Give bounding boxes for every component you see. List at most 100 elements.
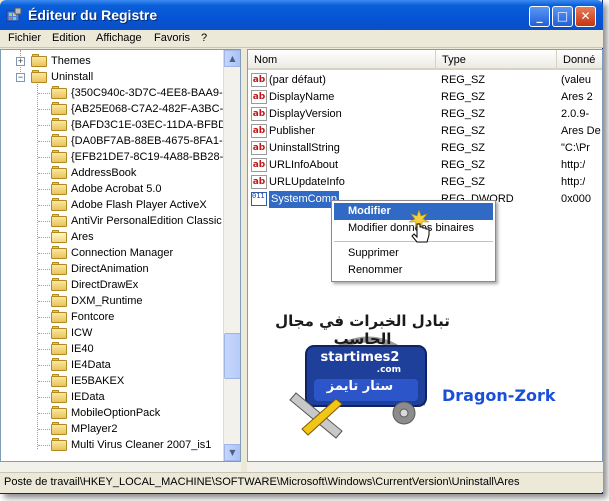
tree-item[interactable]: MobileOptionPack [1,405,223,421]
value-name: DisplayVersion [269,108,342,120]
tree-item[interactable]: ICW [1,325,223,341]
tree-item[interactable]: {AB25E068-C7A2-482F-A3BC-5 [1,101,229,117]
tree-item[interactable]: IE4Data [1,357,223,373]
folder-icon [51,422,67,435]
context-renommer[interactable]: Renommer [334,262,493,279]
tree-item-label: DirectDrawEx [71,279,139,291]
registry-tree[interactable]: + Themes − Uninstall {350C940c-3D7C-4EE8-BAA… [0,49,241,462]
value-type: REG_SZ [441,125,486,137]
value-row[interactable]: ab (par défaut) REG_SZ (valeu [248,72,602,89]
value-type: REG_SZ [441,74,486,86]
value-data: (valeu [561,74,591,86]
value-data: http:/ [561,176,586,188]
value-row[interactable]: ab URLUpdateInfo REG_SZ http:/ [248,174,602,191]
menu-favoris[interactable]: Favoris [154,32,190,44]
author-signature: Dragon-Zork [442,386,556,405]
scroll-up-arrow-icon[interactable]: ▲ [224,50,240,67]
status-path: Poste de travail\HKEY_LOCAL_MACHINE\SOFT… [4,476,520,488]
folder-icon [51,390,67,403]
watermark-site-domain: .com [376,365,401,375]
tree-item[interactable]: + Themes [1,53,223,69]
scrollbar-thumb[interactable] [224,333,240,379]
menu-help[interactable]: ? [201,32,207,44]
registry-app-icon [6,7,22,22]
tree-item[interactable]: DXM_Runtime [1,293,223,309]
tree-item[interactable]: {350C940c-3D7C-4EE8-BAA9-0 [1,85,229,101]
value-row[interactable]: ab Publisher REG_SZ Ares De [248,123,602,140]
tree-item-label: AntiVir PersonalEdition Classic [71,215,222,227]
status-bar: Poste de travail\HKEY_LOCAL_MACHINE\SOFT… [0,472,603,492]
close-button[interactable]: ✕ [575,6,596,27]
folder-icon [51,198,67,211]
menu-fichier[interactable]: Fichier [8,32,41,44]
tree-item[interactable]: {DA0BF7AB-88EB-4675-8FA1-5 [1,133,229,149]
column-header-name[interactable]: Nom [248,50,436,69]
window-title: Éditeur du Registre [28,7,158,23]
folder-icon [51,214,67,227]
context-supprimer[interactable]: Supprimer [334,245,493,262]
tree-item[interactable]: {BAFD3C1E-03EC-11DA-BFBD-0 [1,117,236,133]
column-header-type[interactable]: Type [436,50,557,69]
tree-item[interactable]: IE40 [1,341,223,357]
tree-item-label: Ares [71,231,94,243]
folder-icon [51,294,67,307]
tree-item[interactable]: Multi Virus Cleaner 2007_is1 [1,437,223,453]
value-type: REG_SZ [441,91,486,103]
value-row[interactable]: ab URLInfoAbout REG_SZ http:/ [248,157,602,174]
watermark-site: startimes2 .com ستار تايمز [305,350,415,394]
tree-item[interactable]: Connection Manager [1,245,223,261]
registry-editor-window: Éditeur du Registre _ □ ✕ Fichier Editio… [0,0,603,494]
menu-edition[interactable]: Edition [52,32,86,44]
string-value-icon: ab [251,158,267,172]
tree-item[interactable]: Adobe Flash Player ActiveX [1,197,223,213]
menu-affichage[interactable]: Affichage [96,32,142,44]
folder-icon [51,134,67,147]
folder-icon [51,278,67,291]
tree-horizontal-scrollbar[interactable] [0,462,241,472]
list-horizontal-scrollbar[interactable] [247,462,603,472]
tree-item-label: {EFB21DE7-8C19-4A88-BB28-A [71,151,231,163]
tree-item-label: AddressBook [71,167,137,179]
column-header-data[interactable]: Donné [557,50,602,69]
scroll-down-arrow-icon[interactable]: ▼ [224,444,240,461]
tree-item[interactable]: IEData [1,389,223,405]
value-data: "C:\Pr [561,142,590,154]
tree-item[interactable]: DirectAnimation [1,261,223,277]
expand-plus-icon[interactable]: + [16,57,25,66]
tree-item[interactable]: AntiVir PersonalEdition Classic [1,213,223,229]
folder-icon [51,86,67,99]
value-row[interactable]: ab UninstallString REG_SZ "C:\Pr [248,140,602,157]
tree-item[interactable]: AddressBook [1,165,223,181]
folder-icon [51,166,67,179]
tree-vertical-scrollbar[interactable]: ▲ ▼ [223,50,240,461]
tree-item[interactable]: MPlayer2 [1,421,223,437]
value-data: 0x000 [561,193,591,205]
tree-item[interactable]: Adobe Acrobat 5.0 [1,181,223,197]
value-row[interactable]: ab DisplayVersion REG_SZ 2.0.9- [248,106,602,123]
tree-item[interactable]: IE5BAKEX [1,373,223,389]
menu-bar: Fichier Edition Affichage Favoris ? [0,30,603,48]
tree-item[interactable]: Fontcore [1,309,223,325]
tree-item[interactable]: DirectDrawEx [1,277,223,293]
maximize-button[interactable]: □ [552,6,573,27]
value-data: http:/ [561,159,586,171]
collapse-minus-icon[interactable]: − [16,73,25,82]
value-type: REG_SZ [441,108,486,120]
folder-icon [51,150,67,163]
string-value-icon: ab [251,73,267,87]
value-row[interactable]: ab DisplayName REG_SZ Ares 2 [248,89,602,106]
string-value-icon: ab [251,175,267,189]
hand-cursor-icon [408,210,430,243]
watermark-site-name: startimes2 [320,350,400,365]
folder-icon [51,374,67,387]
minimize-button[interactable]: _ [529,6,550,27]
folder-icon [51,262,67,275]
tree-item-label: Multi Virus Cleaner 2007_is1 [71,439,212,451]
folder-icon [51,246,67,259]
tree-item[interactable]: {EFB21DE7-8C19-4A88-BB28-A [1,149,231,165]
tree-item[interactable]: Ares [1,229,223,245]
tree-item-label: {BAFD3C1E-03EC-11DA-BFBD-0 [71,119,236,131]
title-bar[interactable]: Éditeur du Registre _ □ ✕ [0,0,603,30]
binary-value-icon: 011 110 [251,192,282,206]
tree-item[interactable]: − Uninstall [1,69,223,85]
